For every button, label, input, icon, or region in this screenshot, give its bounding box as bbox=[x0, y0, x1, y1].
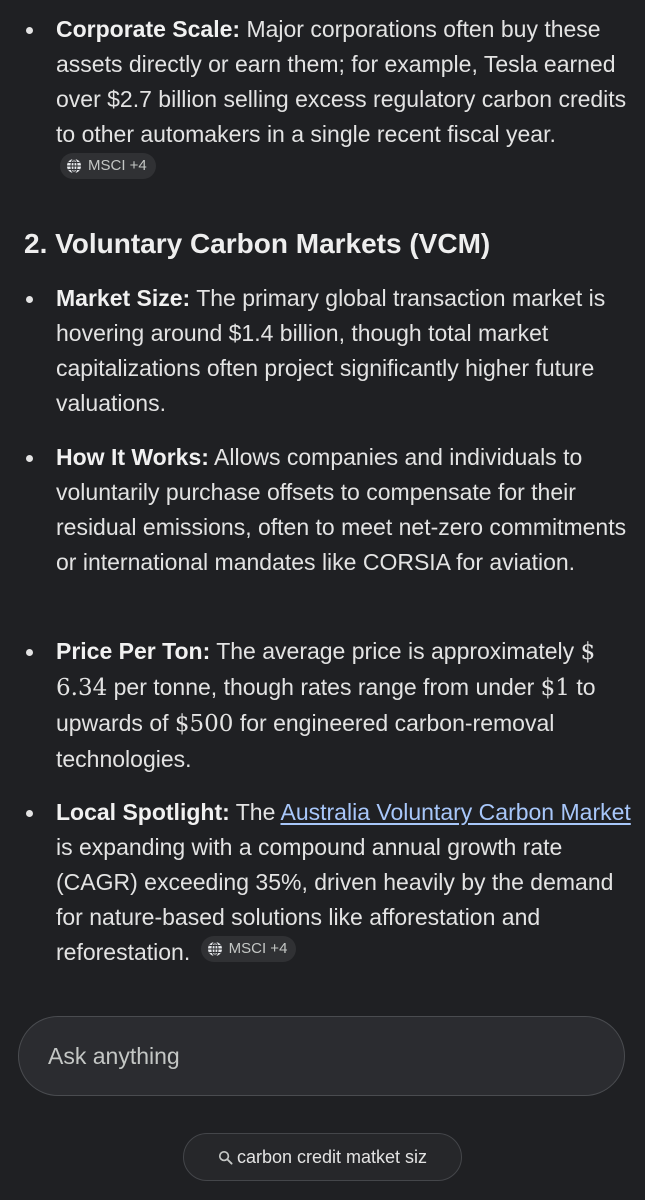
source-chip[interactable]: MSCI +4 bbox=[200, 936, 297, 962]
bullet-label: Local Spotlight: bbox=[56, 799, 230, 825]
bullet-price-per-ton: Price Per Ton: The average price is appr… bbox=[26, 634, 631, 777]
bullet-label: Market Size: bbox=[56, 285, 191, 311]
math-value: $500 bbox=[174, 711, 234, 737]
bullet-label: How It Works: bbox=[56, 444, 209, 470]
bullet-text: per tonne, though rates range from under bbox=[107, 674, 541, 700]
search-icon bbox=[218, 1150, 233, 1165]
source-chip[interactable]: MSCI +4 bbox=[60, 153, 156, 179]
globe-icon bbox=[207, 941, 222, 957]
bullet-how-it-works: How It Works: Allows companies and indiv… bbox=[26, 440, 631, 580]
ask-input[interactable] bbox=[48, 1017, 588, 1095]
bullet-text: is expanding with a compound annual grow… bbox=[56, 834, 614, 965]
chip-label: MSCI +4 bbox=[228, 940, 288, 957]
globe-icon bbox=[67, 158, 81, 174]
australia-vcm-link[interactable]: Australia Voluntary Carbon Market bbox=[281, 799, 631, 825]
bullet-corporate-scale: Corporate Scale: Major corporations ofte… bbox=[26, 12, 631, 187]
bullet-label: Corporate Scale: bbox=[56, 16, 241, 42]
bullet-label: Price Per Ton: bbox=[56, 638, 211, 664]
ask-composer[interactable] bbox=[18, 1016, 625, 1096]
bullet-local-spotlight: Local Spotlight: The Australia Voluntary… bbox=[26, 795, 631, 970]
math-value: $1 bbox=[540, 675, 570, 701]
suggestion-label: carbon credit matket siz bbox=[236, 1146, 428, 1167]
bullet-market-size: Market Size: The primary global transact… bbox=[26, 281, 631, 421]
chip-label: MSCI +4 bbox=[88, 157, 147, 174]
section-heading: 2. Voluntary Carbon Markets (VCM) bbox=[24, 228, 491, 259]
search-suggestion-chip[interactable]: carbon credit matket siz bbox=[183, 1133, 462, 1181]
bullet-text: The average price is approximately bbox=[210, 638, 581, 664]
bullet-text: The bbox=[229, 799, 281, 825]
